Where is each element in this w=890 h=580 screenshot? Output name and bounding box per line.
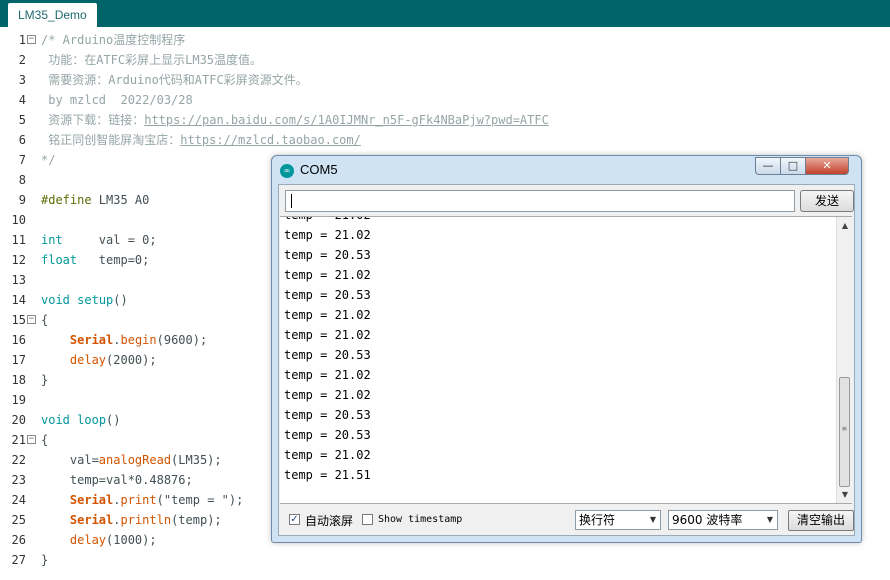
line-number: 17 [11, 353, 26, 367]
code-text: delay(1000); [69, 533, 157, 547]
line-number: 22 [11, 453, 26, 467]
fold-toggle-icon[interactable]: − [27, 315, 36, 324]
fold-toggle-icon[interactable]: − [27, 435, 36, 444]
code-text: */ [41, 153, 56, 167]
serial-monitor-footer: ✓ 自动滚屏 Show timestamp 换行符 ▼ 9600 波特率 ▼ 清… [279, 503, 854, 535]
line-number: 20 [11, 413, 26, 427]
serial-output-line: temp = 20.53 [284, 288, 371, 302]
code-text: void setup() [41, 293, 128, 307]
code-text: val=analogRead(LM35); [41, 453, 222, 467]
line-number: 21 [11, 433, 26, 447]
code-text: { [41, 313, 49, 327]
maximize-button[interactable]: □ [780, 157, 806, 175]
line-number: 3 [18, 73, 26, 87]
serial-output[interactable]: ▲ ≡ ▼ temp = 21.02 temp = 21.02 temp = 20.… [280, 216, 852, 504]
scroll-thumb[interactable]: ≡ [839, 377, 850, 487]
chevron-down-icon: ▼ [766, 515, 773, 524]
line-ending-value: 换行符 [579, 513, 616, 527]
code-text: temp=val*0.48876; [41, 473, 193, 487]
serial-output-line: temp = 20.53 [284, 348, 371, 362]
timestamp-checkbox[interactable] [362, 514, 373, 525]
line-ending-select[interactable]: 换行符 ▼ [575, 510, 661, 530]
serial-output-line: temp = 20.53 [284, 428, 371, 442]
line-number: 14 [11, 293, 26, 307]
serial-output-line: temp = 21.02 [284, 388, 371, 402]
line-number: 5 [18, 113, 26, 127]
baud-rate-select[interactable]: 9600 波特率 ▼ [668, 510, 778, 530]
scroll-up-icon[interactable]: ▲ [840, 221, 850, 230]
text-caret [291, 194, 292, 208]
line-number: 9 [18, 193, 26, 207]
autoscroll-label: 自动滚屏 [305, 514, 354, 528]
code-text: Serial.begin(9600); [69, 333, 208, 347]
line-number: 10 [11, 213, 26, 227]
autoscroll-checkbox[interactable]: ✓ [289, 514, 300, 525]
close-button[interactable]: ✕ [805, 157, 849, 175]
line-number: 15 [11, 313, 26, 327]
code-text: 铭正同创智能屏淘宝店：https://mzlcd.taobao.com/ [41, 133, 361, 147]
code-text: void loop() [41, 413, 121, 427]
fold-toggle-icon[interactable]: − [27, 35, 36, 44]
clear-output-button[interactable]: 清空输出 [788, 510, 854, 531]
serial-output-line: temp = 20.53 [284, 408, 371, 422]
scroll-down-icon[interactable]: ▼ [840, 490, 850, 499]
code-text: Serial.print("temp = "); [69, 493, 244, 507]
timestamp-label: Show timestamp [378, 514, 463, 525]
line-number: 16 [11, 333, 26, 347]
code-text: delay(2000); [69, 353, 157, 367]
line-number: 6 [18, 133, 26, 147]
code-text: /* Arduino温度控制程序 [41, 33, 186, 47]
code-text: { [41, 433, 49, 447]
vertical-scrollbar[interactable]: ▲ ≡ ▼ [836, 217, 852, 503]
code-text: Serial.println(temp); [69, 513, 222, 527]
code-text: 需要资源：Arduino代码和ATFC彩屏资源文件。 [41, 73, 308, 87]
serial-output-line: temp = 20.53 [284, 248, 371, 262]
line-number: 4 [18, 93, 26, 107]
line-number: 25 [11, 513, 26, 527]
line-number: 7 [18, 153, 26, 167]
tab-lm35-demo[interactable]: LM35_Demo [8, 3, 97, 27]
serial-output-line: temp = 21.02 [284, 268, 371, 282]
ide-tab-bar: LM35_Demo [0, 0, 890, 27]
serial-output-line: temp = 21.02 [284, 448, 371, 462]
code-text: float temp=0; [41, 253, 150, 267]
grip-icon: ≡ [842, 424, 847, 433]
minimize-button[interactable]: — [755, 157, 781, 175]
serial-monitor-titlebar[interactable]: ∞ COM5 — □ ✕ [272, 156, 861, 184]
code-text: } [41, 553, 49, 567]
serial-monitor-body: 发送 ▲ ≡ ▼ temp = 21.02 temp = 21.02 temp = … [278, 184, 855, 536]
code-text: int val = 0; [41, 233, 157, 247]
code-text: 资源下载：链接：https://pan.baidu.com/s/1A0IJMNr… [41, 113, 549, 127]
serial-output-line: temp = 21.02 [284, 217, 371, 225]
line-number: 2 [18, 53, 26, 67]
chevron-down-icon: ▼ [649, 515, 656, 524]
send-button[interactable]: 发送 [800, 190, 854, 212]
line-number: 11 [11, 233, 26, 247]
baud-rate-value: 9600 波特率 [672, 513, 743, 527]
serial-output-line: temp = 21.02 [284, 328, 371, 342]
line-number: 19 [11, 393, 26, 407]
code-text: #define LM35 A0 [41, 193, 150, 207]
line-number: 27 [11, 553, 26, 567]
line-number: 1 [18, 33, 26, 47]
serial-monitor-window: ∞ COM5 — □ ✕ 发送 ▲ ≡ ▼ temp = 21.02 temp =… [271, 155, 862, 543]
line-number: 26 [11, 533, 26, 547]
line-number: 18 [11, 373, 26, 387]
arduino-logo-icon: ∞ [280, 164, 294, 178]
line-number: 24 [11, 493, 26, 507]
line-number: 12 [11, 253, 26, 267]
code-text: } [41, 373, 49, 387]
send-input[interactable] [285, 190, 795, 212]
line-number: 8 [18, 173, 26, 187]
serial-output-line: temp = 21.51 [284, 468, 371, 482]
window-title: COM5 [300, 162, 338, 177]
serial-output-line: temp = 21.02 [284, 308, 371, 322]
code-text: by mzlcd 2022/03/28 [41, 93, 193, 107]
serial-output-line: temp = 21.02 [284, 368, 371, 382]
serial-output-line: temp = 21.02 [284, 228, 371, 242]
line-number: 23 [11, 473, 26, 487]
code-text: 功能：在ATFC彩屏上显示LM35温度值。 [41, 53, 263, 67]
line-number: 13 [11, 273, 26, 287]
